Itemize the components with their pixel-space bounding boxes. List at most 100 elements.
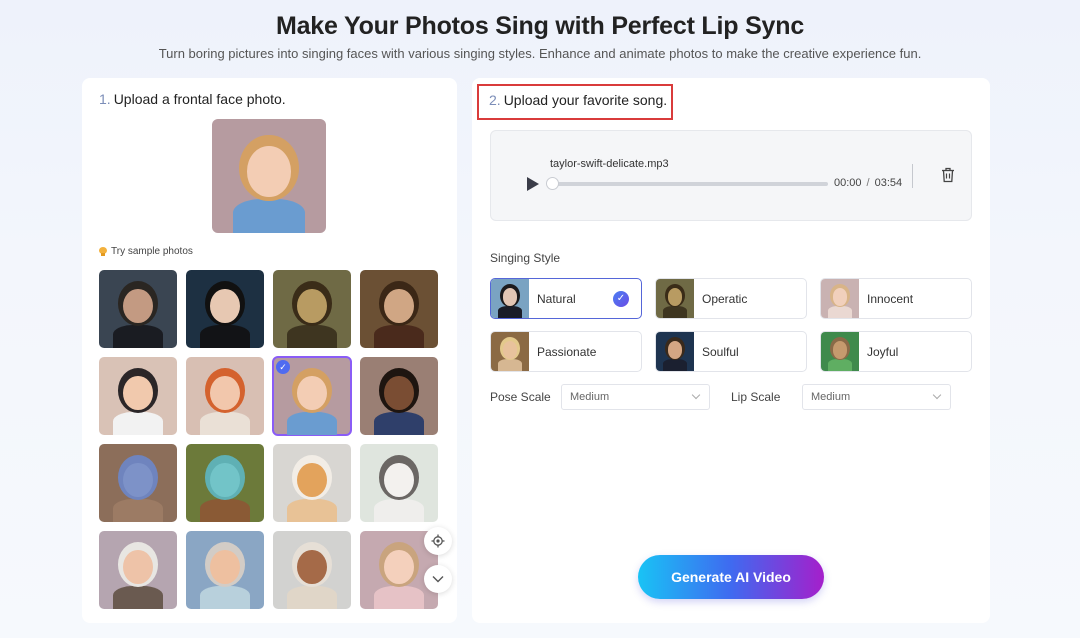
trash-icon[interactable] — [941, 167, 955, 183]
portrait-body — [827, 306, 853, 318]
portrait-body — [200, 324, 250, 348]
try-sample-photos: Try sample photos — [99, 246, 193, 257]
portrait-face — [210, 462, 240, 498]
portrait-face — [502, 288, 518, 306]
portrait-face — [667, 341, 683, 359]
portrait-body — [113, 498, 163, 522]
portrait-body — [200, 411, 250, 435]
style-option-operatic[interactable]: Operatic — [655, 278, 807, 319]
portrait-face — [384, 462, 414, 498]
portrait-face — [123, 375, 153, 411]
style-option-passionate[interactable]: Passionate — [490, 331, 642, 372]
player-divider — [912, 164, 913, 188]
try-sample-label: Try sample photos — [111, 246, 193, 257]
sample-photo-grid: ✓ — [99, 270, 439, 609]
audio-time: 00:00 / 03:54 — [834, 177, 902, 189]
style-option-soulful[interactable]: Soulful — [655, 331, 807, 372]
style-thumbnail — [656, 279, 694, 318]
sample-photo-mona-lisa[interactable] — [273, 270, 351, 348]
sample-photo-man-dark-suit[interactable] — [99, 270, 177, 348]
portrait-face — [123, 549, 153, 585]
portrait-face — [210, 288, 240, 324]
lip-scale-select[interactable]: Medium — [802, 384, 951, 410]
uploaded-photo-preview[interactable] — [212, 119, 326, 233]
pose-scale-select[interactable]: Medium — [561, 384, 710, 410]
check-circle-icon: ✓ — [613, 291, 629, 307]
portrait-body — [374, 498, 424, 522]
portrait-face — [297, 375, 327, 411]
upload-photo-panel: 1. Upload a frontal face photo. Try sampl… — [82, 78, 457, 623]
sample-photo-cartoon-grandma[interactable] — [186, 531, 264, 609]
time-separator: / — [866, 177, 870, 189]
portrait-body — [113, 585, 163, 609]
audio-progress-knob[interactable] — [546, 177, 559, 190]
style-thumbnail — [491, 279, 529, 318]
style-option-joyful[interactable]: Joyful — [820, 331, 972, 372]
portrait-body — [662, 359, 688, 371]
sample-photo-cartoon-blue-monster[interactable] — [186, 444, 264, 522]
portrait-body — [287, 498, 337, 522]
generate-ai-video-button[interactable]: Generate AI Video — [638, 555, 824, 599]
play-icon[interactable] — [527, 177, 539, 191]
style-label: Innocent — [867, 291, 914, 306]
sample-photo-cartoon-man-suit[interactable] — [360, 357, 438, 435]
portrait-body — [374, 411, 424, 435]
duration: 03:54 — [874, 177, 903, 189]
portrait-body — [232, 198, 306, 233]
portrait-face — [123, 288, 153, 324]
portrait-face — [210, 375, 240, 411]
locate-button[interactable] — [424, 527, 452, 555]
style-label: Passionate — [537, 344, 597, 359]
step1-title: 1. Upload a frontal face photo. — [99, 91, 286, 107]
style-thumbnail — [821, 332, 859, 371]
portrait-face — [832, 341, 848, 359]
portrait-body — [287, 411, 337, 435]
portrait-face — [210, 549, 240, 585]
portrait-face — [502, 341, 518, 359]
sample-photo-corgi[interactable] — [273, 444, 351, 522]
portrait-body — [497, 359, 523, 371]
hero-subtitle: Turn boring pictures into singing faces … — [158, 46, 922, 61]
portrait-face — [297, 288, 327, 324]
style-thumbnail — [491, 332, 529, 371]
step1-label: Upload a frontal face photo. — [113, 91, 286, 107]
sample-photo-cartoon-redhead-girl[interactable] — [186, 357, 264, 435]
portrait-body — [374, 324, 424, 348]
portrait-body — [287, 324, 337, 348]
style-option-natural[interactable]: Natural ✓ — [490, 278, 642, 319]
style-option-innocent[interactable]: Innocent — [820, 278, 972, 319]
audio-file-name: taylor-swift-delicate.mp3 — [550, 158, 669, 170]
upload-song-panel: 2. Upload your favorite song. taylor-swif… — [472, 78, 990, 623]
step2-title: 2. Upload your favorite song. — [489, 92, 667, 108]
sample-photo-renaissance-man[interactable] — [360, 270, 438, 348]
singing-style-label: Singing Style — [490, 251, 561, 265]
portrait-face — [832, 288, 848, 306]
portrait-body — [113, 324, 163, 348]
portrait-face — [384, 288, 414, 324]
step1-number: 1. — [99, 91, 111, 107]
sample-photo-cartoon-blue-cat[interactable] — [99, 444, 177, 522]
portrait-face — [247, 146, 291, 197]
sample-photo-cartoon-blonde-girl[interactable]: ✓ — [272, 356, 352, 436]
portrait-body — [200, 585, 250, 609]
portrait-body — [200, 498, 250, 522]
sample-photo-woman-leather-jacket[interactable] — [186, 270, 264, 348]
current-time: 00:00 — [834, 177, 862, 189]
style-thumbnail — [656, 332, 694, 371]
style-label: Natural — [537, 291, 576, 306]
sample-photo-cartoon-kid-bear-hat[interactable] — [273, 531, 351, 609]
audio-progress-track[interactable] — [553, 182, 828, 186]
sample-photo-cartoon-grandpa[interactable] — [99, 531, 177, 609]
hero-title: Make Your Photos Sing with Perfect Lip S… — [275, 12, 805, 40]
style-label: Joyful — [867, 344, 899, 359]
scroll-down-button[interactable] — [424, 565, 452, 593]
pose-scale-label: Pose Scale — [490, 390, 551, 404]
portrait-body — [287, 585, 337, 609]
chevron-down-icon — [691, 390, 701, 400]
pose-scale-value: Medium — [570, 391, 610, 403]
portrait-face — [297, 549, 327, 585]
portrait-face — [123, 462, 153, 498]
sample-photo-tabby-cat[interactable] — [360, 444, 438, 522]
sample-photo-cartoon-boy[interactable] — [99, 357, 177, 435]
selected-check-icon: ✓ — [276, 360, 290, 374]
